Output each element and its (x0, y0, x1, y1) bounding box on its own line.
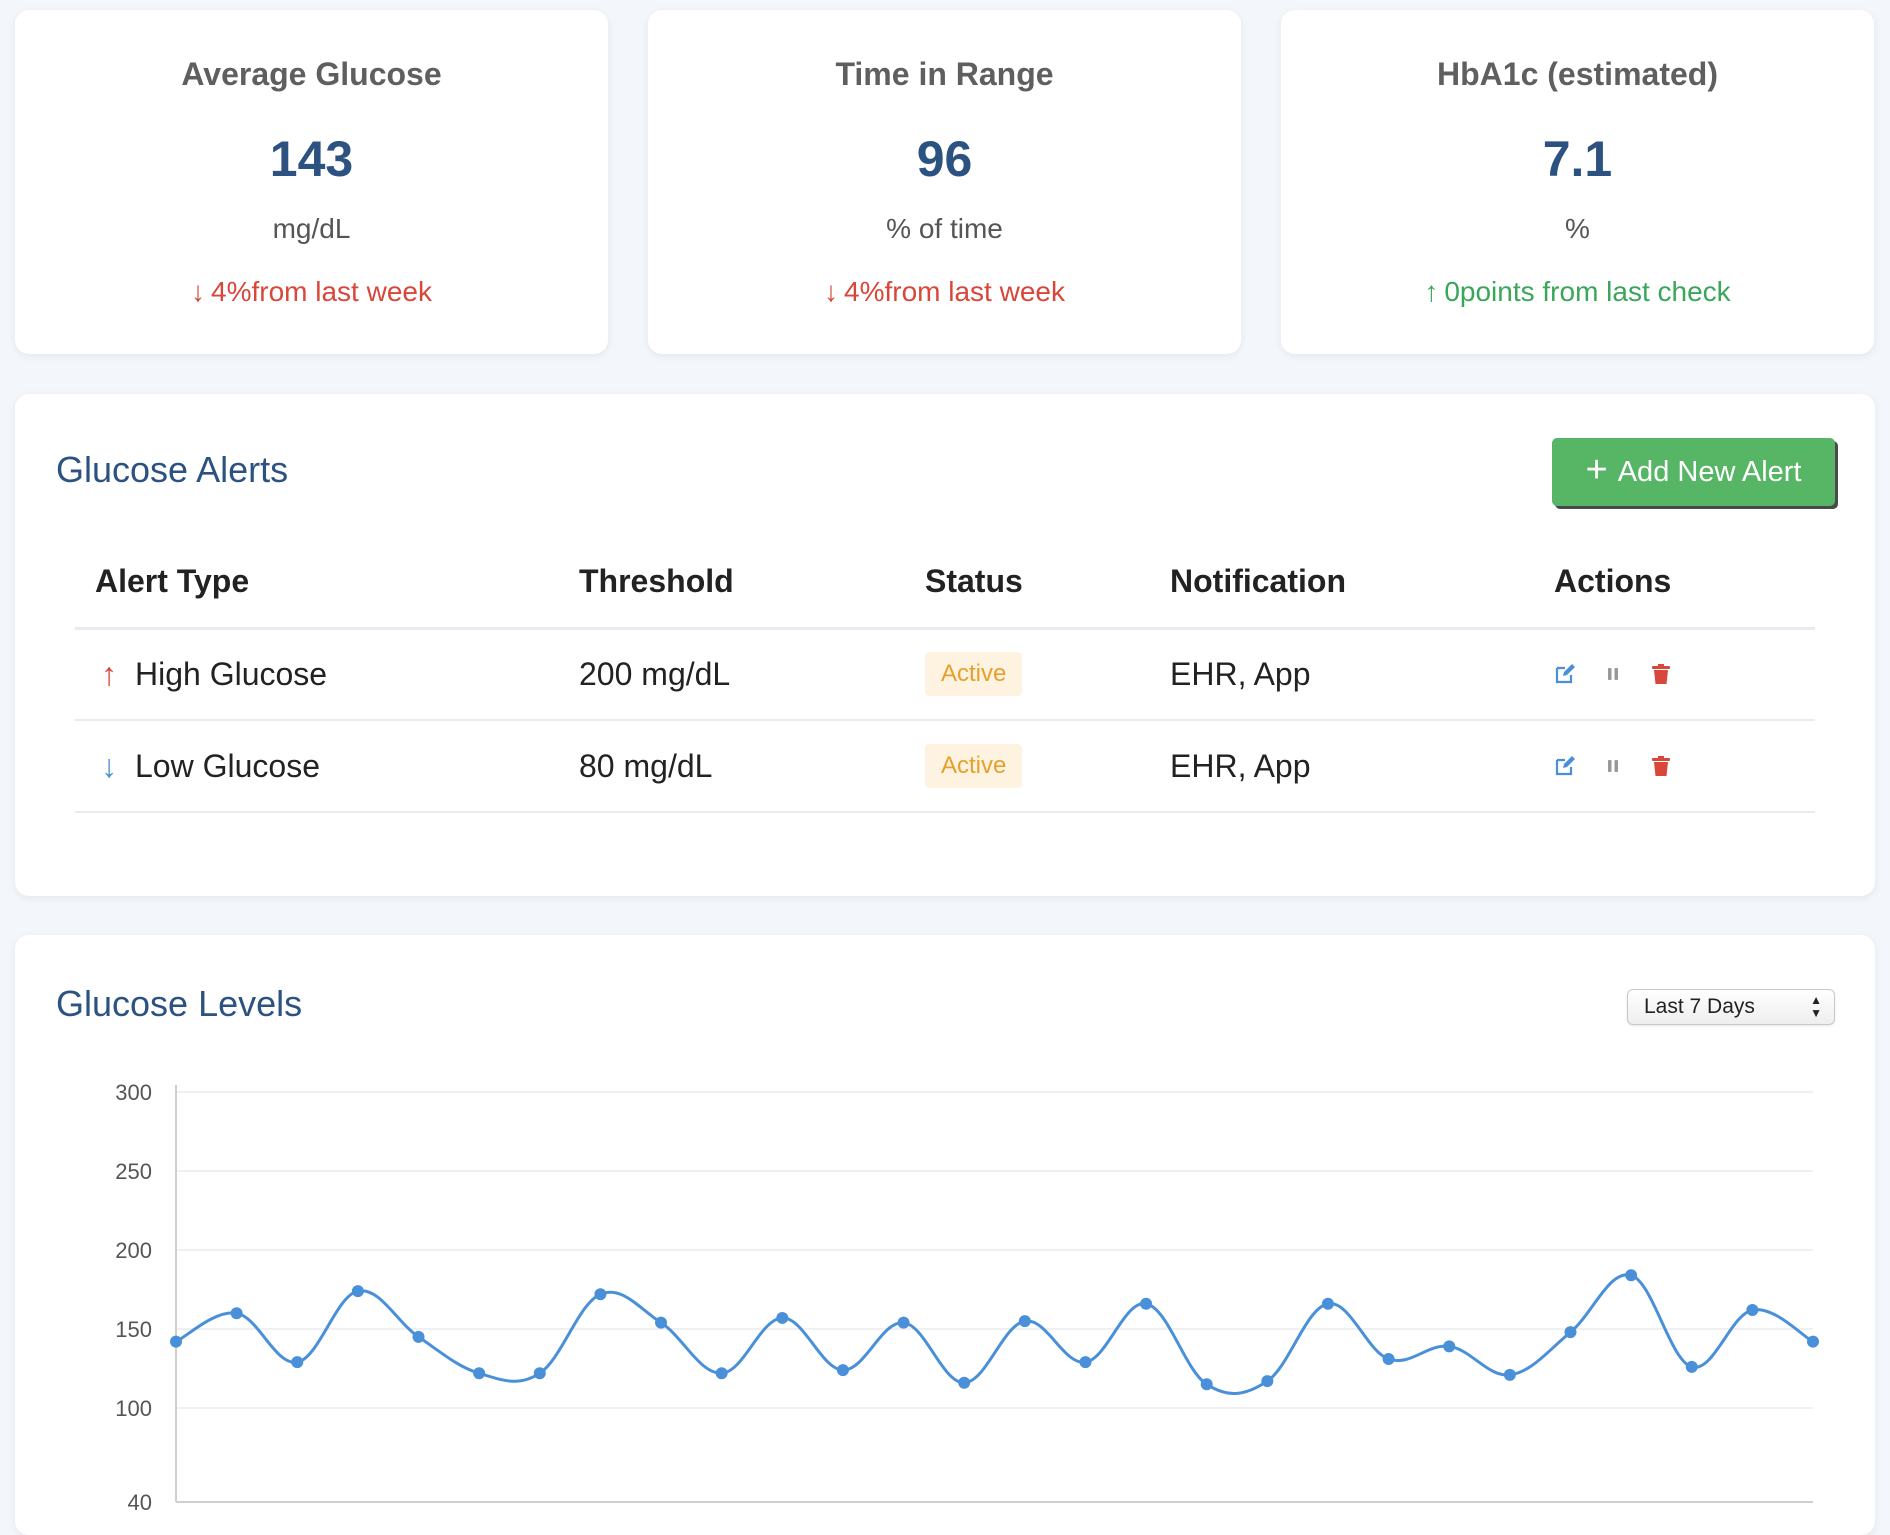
y-tick-label: 300 (115, 1080, 152, 1105)
stat-change: ↓ 4%from last week (648, 276, 1241, 308)
arrow-down-icon: ↓ (191, 276, 206, 307)
edit-icon[interactable] (1554, 662, 1576, 686)
status-badge: Active (925, 744, 1023, 788)
stat-unit: % (1565, 213, 1590, 244)
trash-icon[interactable] (1650, 662, 1672, 686)
add-new-alert-label: Add New Alert (1617, 455, 1802, 488)
status-badge: Active (925, 652, 1023, 697)
stat-label: HbA1c (estimated) (1437, 56, 1718, 92)
stat-card-hba1c: HbA1c (estimated) 7.1 % ↑ 0points from la… (1281, 10, 1874, 354)
data-point (1382, 1353, 1395, 1366)
notification-cell: EHR, App (1150, 628, 1534, 721)
stat-value: 7.1 (1542, 131, 1613, 187)
column-header-notification: Notification (1150, 536, 1534, 630)
data-point (1564, 1326, 1577, 1339)
alert-type-cell: ↓ Low Glucose (75, 720, 559, 813)
arrow-down-icon: ↓ (824, 276, 839, 307)
data-point (958, 1376, 971, 1389)
glucose-levels-panel: Glucose Levels Last 7 Days ▲ ▼ 40 100 150 20… (15, 935, 1875, 1535)
column-header-actions: Actions (1534, 536, 1815, 630)
threshold-cell: 80 mg/dL (559, 720, 905, 813)
arrow-up-icon: ↑ (1424, 276, 1439, 307)
column-header-threshold: Threshold (559, 536, 905, 630)
trash-icon[interactable] (1650, 754, 1672, 778)
y-tick-label: 200 (115, 1238, 152, 1263)
alert-type-cell: ↑ High Glucose (75, 628, 559, 721)
plus-icon: + (1585, 449, 1608, 491)
stat-change-text: 4%from last week (844, 276, 1065, 307)
data-point (1503, 1368, 1516, 1381)
actions-cell (1534, 628, 1815, 721)
stat-label: Average Glucose (181, 56, 442, 92)
pause-icon[interactable] (1602, 754, 1624, 778)
column-header-status: Status (905, 536, 1150, 630)
data-point (897, 1316, 910, 1329)
data-point (1625, 1269, 1638, 1282)
stat-label: Time in Range (835, 56, 1054, 92)
add-new-alert-button[interactable]: + Add New Alert (1552, 438, 1835, 506)
glucose-line-chart: 40 100 150 200 250 300 (115, 1080, 1819, 1515)
data-point (533, 1367, 546, 1380)
stat-change: ↑ 0points from last check (1281, 276, 1874, 308)
data-point (412, 1330, 425, 1343)
stat-change-text: 0points from last check (1444, 276, 1731, 307)
stat-unit: % of time (886, 213, 1003, 244)
arrow-up-icon: ↑ (101, 655, 117, 692)
stats-row: Average Glucose 143 mg/dL ↓ 4%from last w… (15, 10, 1875, 354)
y-tick-label: 250 (115, 1159, 152, 1184)
data-point (776, 1311, 789, 1324)
table-row: ↑ High Glucose 200 mg/dL Active EHR, App (75, 628, 1815, 721)
data-point (170, 1335, 182, 1348)
column-header-alert-type: Alert Type (75, 536, 559, 630)
actions-cell (1534, 720, 1815, 813)
alerts-table: Alert Type Threshold Status Notification… (75, 536, 1815, 813)
stat-value: 96 (916, 131, 973, 187)
panel-title: Glucose Alerts (56, 449, 289, 490)
data-point (1685, 1360, 1698, 1373)
data-point (836, 1364, 849, 1377)
alert-type: High Glucose (135, 655, 328, 692)
data-point (655, 1316, 668, 1329)
stat-change-text: 4%from last week (211, 276, 432, 307)
threshold-cell: 200 mg/dL (559, 628, 905, 721)
data-point (291, 1356, 304, 1369)
data-point (1018, 1315, 1031, 1328)
glucose-alerts-panel: Glucose Alerts + Add New Alert Alert Typ… (15, 394, 1875, 896)
data-point (1079, 1356, 1092, 1369)
data-point (1443, 1340, 1456, 1353)
stat-value: 143 (269, 131, 354, 187)
data-point (1321, 1297, 1334, 1310)
table-row: ↓ Low Glucose 80 mg/dL Active EHR, App (75, 720, 1815, 813)
stat-unit: mg/dL (272, 213, 351, 244)
data-point (1200, 1378, 1213, 1391)
notification-cell: EHR, App (1150, 720, 1534, 813)
stat-card-time-in-range: Time in Range 96 % of time ↓ 4%from last … (648, 10, 1241, 354)
stat-change: ↓ 4%from last week (15, 276, 608, 308)
edit-icon[interactable] (1554, 754, 1576, 778)
data-point (473, 1367, 486, 1380)
data-point (1140, 1297, 1153, 1310)
stat-card-average-glucose: Average Glucose 143 mg/dL ↓ 4%from last w… (15, 10, 608, 354)
status-cell: Active (905, 628, 1150, 721)
data-point (1261, 1375, 1274, 1388)
data-point (1807, 1335, 1819, 1348)
data-point (715, 1367, 728, 1380)
alert-type: Low Glucose (135, 747, 320, 784)
data-point (230, 1307, 243, 1320)
pause-icon[interactable] (1602, 662, 1624, 686)
y-tick-label: 40 (128, 1490, 152, 1515)
table-header-row: Alert Type Threshold Status Notification… (75, 536, 1815, 630)
status-cell: Active (905, 720, 1150, 813)
arrow-down-icon: ↓ (101, 747, 117, 784)
y-tick-label: 150 (115, 1317, 152, 1342)
y-tick-label: 100 (115, 1396, 152, 1421)
data-point (594, 1288, 607, 1301)
data-point (351, 1285, 364, 1298)
data-point (1746, 1304, 1759, 1317)
